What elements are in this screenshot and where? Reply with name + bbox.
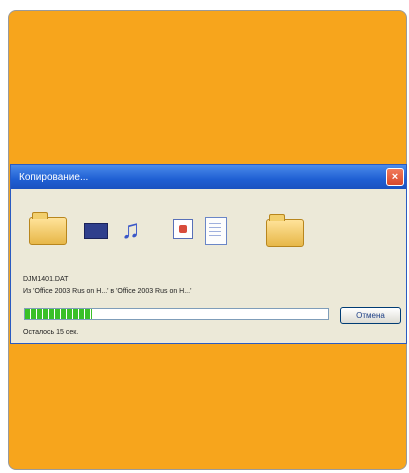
movie-icon (84, 223, 108, 239)
folder-icon (29, 212, 67, 245)
cancel-button[interactable]: Отмена (340, 307, 401, 324)
time-left-text: Осталось 15 сек. (23, 329, 79, 336)
progress-bar (24, 308, 329, 320)
copy-path-text: Из 'Office 2003 Rus on H...' в 'Office 2… (23, 288, 192, 295)
music-note-icon: ♫ (121, 214, 141, 244)
document-icon (205, 217, 227, 245)
copy-dialog: Копирование... × ♫ DJM1401.DAT Из 'Offic… (10, 164, 407, 344)
image-icon (173, 219, 193, 239)
file-name-text: DJM1401.DAT (23, 276, 69, 283)
dialog-titlebar[interactable]: Копирование... × (11, 165, 406, 189)
dialog-title: Копирование... (19, 171, 89, 183)
folder-icon (266, 214, 304, 247)
progress-fill (25, 309, 92, 319)
copy-animation: ♫ (11, 189, 406, 259)
close-button[interactable]: × (386, 168, 404, 186)
